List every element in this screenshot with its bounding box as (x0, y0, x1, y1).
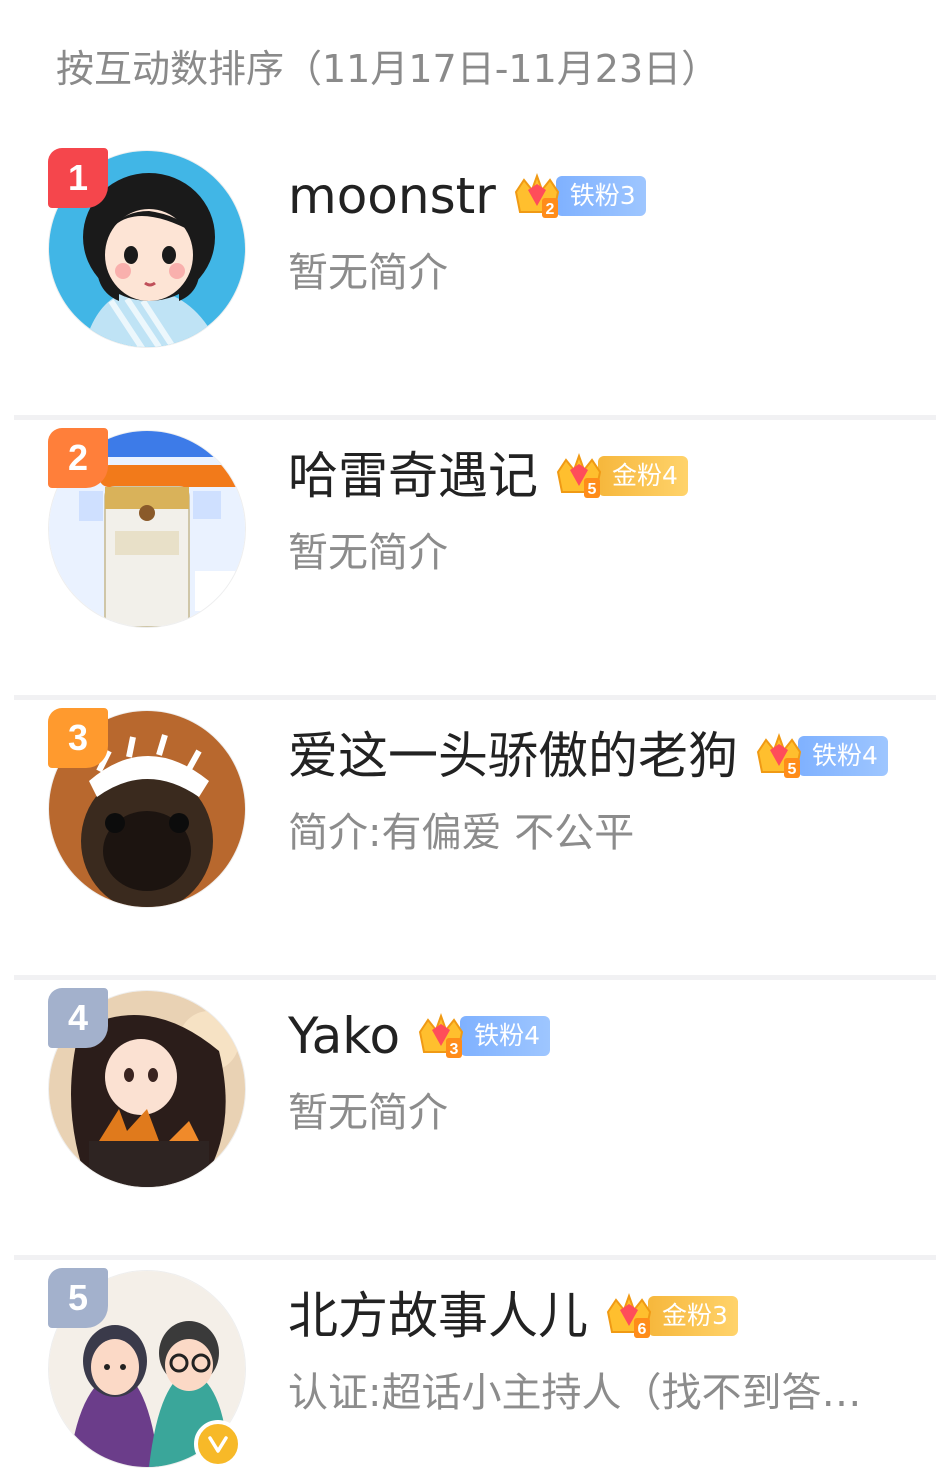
crown-level: 2 (545, 201, 554, 218)
badge-label: 铁粉4 (798, 736, 888, 776)
user-name[interactable]: 爱这一头骄傲的老狗 (288, 726, 738, 786)
user-intro: 暂无简介 (288, 250, 448, 296)
badge-label: 铁粉4 (460, 1016, 550, 1056)
user-name[interactable]: moonstr (288, 166, 496, 226)
user-name[interactable]: 北方故事人儿 (288, 1286, 588, 1346)
user-name[interactable]: 哈雷奇遇记 (288, 446, 538, 506)
list-item[interactable]: 2 哈雷奇遇记 5 金粉4 暂无简介 (0, 420, 936, 700)
badge-label: 金粉4 (598, 456, 688, 496)
list-item[interactable]: 5 北方故事人儿 6 金粉3 认证:超话小主持人（找不到答… (0, 1260, 936, 1484)
fan-badge: 3 铁粉4 (416, 1013, 550, 1058)
user-name[interactable]: Yako (288, 1006, 400, 1066)
user-intro: 暂无简介 (288, 1090, 448, 1136)
crown-level: 6 (638, 1321, 647, 1338)
avatar[interactable]: 2 (48, 428, 246, 628)
fan-badge: 6 金粉3 (604, 1293, 738, 1338)
list-item[interactable]: 4 Yako 3 铁粉4 暂无简介 (0, 980, 936, 1260)
crown-level: 5 (588, 481, 597, 498)
fan-badge: 2 铁粉3 (512, 173, 646, 218)
sort-header: 按互动数排序（11月17日-11月23日） (56, 47, 720, 91)
crown-level: 3 (450, 1041, 459, 1058)
list-item[interactable]: 3 爱这一头骄傲的老狗 5 铁粉4 简介:有偏爱 不公平 (0, 700, 936, 980)
crown-icon: 5 (754, 732, 804, 780)
crown-icon: 2 (512, 172, 562, 220)
user-intro: 暂无简介 (288, 530, 448, 576)
fan-badge: 5 金粉4 (554, 453, 688, 498)
crown-level: 5 (788, 761, 797, 778)
avatar[interactable]: 5 (48, 1268, 246, 1468)
user-intro: 简介:有偏爱 不公平 (288, 810, 635, 856)
verified-icon (194, 1420, 242, 1468)
avatar[interactable]: 1 (48, 148, 246, 348)
fan-badge: 5 铁粉4 (754, 733, 888, 778)
avatar[interactable]: 3 (48, 708, 246, 908)
rank-badge: 1 (48, 148, 108, 208)
rank-badge: 2 (48, 428, 108, 488)
user-intro: 认证:超话小主持人（找不到答… (288, 1370, 862, 1416)
rank-badge: 4 (48, 988, 108, 1048)
badge-label: 铁粉3 (555, 176, 646, 216)
rank-badge: 3 (48, 708, 108, 768)
crown-icon: 6 (604, 1292, 654, 1340)
avatar[interactable]: 4 (48, 988, 246, 1188)
list-item[interactable]: 1 moonstr 2 铁粉3 暂无简介 (0, 140, 936, 420)
badge-label: 金粉3 (648, 1296, 738, 1336)
crown-icon: 3 (416, 1012, 466, 1060)
crown-icon: 5 (554, 452, 604, 500)
rank-badge: 5 (48, 1268, 108, 1328)
